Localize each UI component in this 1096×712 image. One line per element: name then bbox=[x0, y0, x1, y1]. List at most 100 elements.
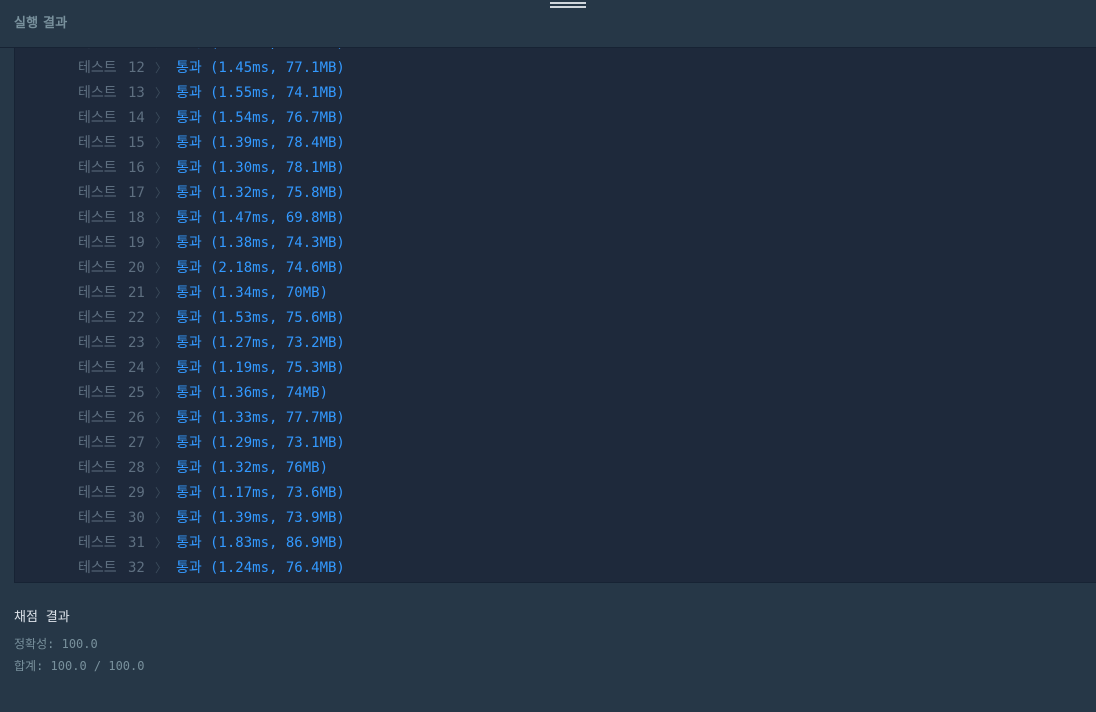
test-status: 통과 bbox=[176, 560, 202, 576]
test-number: 21 bbox=[128, 285, 145, 301]
test-number: 16 bbox=[128, 160, 145, 176]
test-status: 통과 bbox=[176, 510, 202, 526]
test-status: 통과 bbox=[176, 385, 202, 401]
chevron-right-icon: 〉 bbox=[155, 386, 168, 400]
test-number: 27 bbox=[128, 435, 145, 451]
chevron-right-icon: 〉 bbox=[155, 48, 167, 56]
test-status: 통과 bbox=[176, 335, 202, 351]
test-number: 31 bbox=[128, 535, 145, 551]
accuracy-label: 정확성: bbox=[14, 637, 55, 651]
test-label: 테스트 bbox=[78, 235, 117, 251]
test-number: 17 bbox=[128, 185, 145, 201]
test-detail: (1.54ms, 76.7MB) bbox=[210, 110, 345, 126]
test-detail: (1.34ms, 70MB) bbox=[210, 285, 329, 301]
app-window: 실행 결과 테스트 11 〉 통과 (1.51ms, 77.3MB) 테스트 12 〉 통과 (1… bbox=[0, 0, 1096, 712]
test-number: 14 bbox=[128, 110, 145, 126]
test-result-row: 테스트 13 〉 통과 (1.55ms, 74.1MB) bbox=[15, 81, 1096, 106]
total-line: 합계: 100.0 / 100.0 bbox=[14, 657, 414, 674]
test-result-row: 테스트 32 〉 통과 (1.24ms, 76.4MB) bbox=[15, 556, 1096, 581]
test-detail: (1.53ms, 75.6MB) bbox=[210, 310, 345, 326]
test-label: 테스트 bbox=[78, 535, 117, 551]
chevron-right-icon: 〉 bbox=[155, 236, 168, 250]
test-result-row: 테스트 16 〉 통과 (1.30ms, 78.1MB) bbox=[15, 156, 1096, 181]
chevron-right-icon: 〉 bbox=[155, 161, 168, 175]
test-results-list: 테스트 11 〉 통과 (1.51ms, 77.3MB) 테스트 12 〉 통과 (1.45ms,… bbox=[15, 48, 1096, 581]
chevron-right-icon: 〉 bbox=[155, 361, 168, 375]
test-result-row: 테스트 27 〉 통과 (1.29ms, 73.1MB) bbox=[15, 431, 1096, 456]
test-result-row: 테스트 18 〉 통과 (1.47ms, 69.8MB) bbox=[15, 206, 1096, 231]
test-label: 테스트 bbox=[78, 110, 117, 126]
test-result-row: 테스트 22 〉 통과 (1.53ms, 75.6MB) bbox=[15, 306, 1096, 331]
test-label: 테스트 bbox=[78, 410, 117, 426]
chevron-right-icon: 〉 bbox=[155, 561, 168, 575]
test-result-row: 테스트 25 〉 통과 (1.36ms, 74MB) bbox=[15, 381, 1096, 406]
test-label: 테스트 bbox=[78, 435, 117, 451]
test-label: 테스트 bbox=[78, 60, 117, 76]
test-number: 32 bbox=[128, 560, 145, 576]
test-status: 통과 bbox=[176, 185, 202, 201]
chevron-right-icon: 〉 bbox=[155, 261, 168, 275]
chevron-right-icon: 〉 bbox=[155, 411, 168, 425]
test-result-row: 테스트 21 〉 통과 (1.34ms, 70MB) bbox=[15, 281, 1096, 306]
chevron-right-icon: 〉 bbox=[155, 536, 168, 550]
output-title: 실행 결과 bbox=[14, 16, 68, 31]
test-number: 24 bbox=[128, 360, 145, 376]
chevron-right-icon: 〉 bbox=[155, 286, 168, 300]
test-status: 통과 bbox=[176, 48, 202, 56]
test-status: 통과 bbox=[176, 535, 202, 551]
test-label: 테스트 bbox=[78, 210, 117, 226]
test-detail: (1.83ms, 86.9MB) bbox=[210, 535, 345, 551]
test-detail: (1.29ms, 73.1MB) bbox=[210, 435, 345, 451]
chevron-right-icon: 〉 bbox=[155, 136, 168, 150]
test-detail: (1.17ms, 73.6MB) bbox=[210, 485, 345, 501]
chevron-right-icon: 〉 bbox=[155, 486, 168, 500]
test-status: 통과 bbox=[176, 485, 202, 501]
accuracy-line: 정확성: 100.0 bbox=[14, 635, 414, 652]
resize-handle[interactable] bbox=[550, 2, 586, 8]
test-number: 18 bbox=[128, 210, 145, 226]
test-number: 28 bbox=[128, 460, 145, 476]
test-result-row: 테스트 15 〉 통과 (1.39ms, 78.4MB) bbox=[15, 131, 1096, 156]
test-number: 11 bbox=[128, 48, 145, 56]
test-detail: (1.19ms, 75.3MB) bbox=[210, 360, 345, 376]
test-label: 테스트 bbox=[78, 385, 117, 401]
chevron-right-icon: 〉 bbox=[155, 86, 168, 100]
test-label: 테스트 bbox=[78, 185, 117, 201]
test-status: 통과 bbox=[176, 435, 202, 451]
test-detail: (1.30ms, 78.1MB) bbox=[210, 160, 345, 176]
test-number: 29 bbox=[128, 485, 145, 501]
test-detail: (1.39ms, 78.4MB) bbox=[210, 135, 345, 151]
test-result-row: 테스트 23 〉 통과 (1.27ms, 73.2MB) bbox=[15, 331, 1096, 356]
test-label: 테스트 bbox=[78, 48, 117, 56]
test-status: 통과 bbox=[176, 110, 202, 126]
test-result-row: 테스트 29 〉 통과 (1.17ms, 73.6MB) bbox=[15, 481, 1096, 506]
test-number: 26 bbox=[128, 410, 145, 426]
test-label: 테스트 bbox=[78, 135, 117, 151]
accuracy-value: 100.0 bbox=[61, 637, 98, 651]
output-panel[interactable]: 테스트 11 〉 통과 (1.51ms, 77.3MB) 테스트 12 〉 통과 (1.45ms,… bbox=[14, 48, 1096, 583]
test-label: 테스트 bbox=[78, 360, 117, 376]
test-status: 통과 bbox=[176, 360, 202, 376]
test-label: 테스트 bbox=[78, 485, 117, 501]
test-detail: (1.32ms, 75.8MB) bbox=[210, 185, 345, 201]
chevron-right-icon: 〉 bbox=[155, 111, 168, 125]
chevron-right-icon: 〉 bbox=[155, 61, 168, 75]
test-label: 테스트 bbox=[78, 335, 117, 351]
test-number: 22 bbox=[128, 310, 145, 326]
test-status: 통과 bbox=[176, 210, 202, 226]
test-result-row: 테스트 19 〉 통과 (1.38ms, 74.3MB) bbox=[15, 231, 1096, 256]
test-number: 25 bbox=[128, 385, 145, 401]
test-number: 12 bbox=[128, 60, 145, 76]
test-result-row: 테스트 14 〉 통과 (1.54ms, 76.7MB) bbox=[15, 106, 1096, 131]
test-label: 테스트 bbox=[78, 510, 117, 526]
test-label: 테스트 bbox=[78, 560, 117, 576]
test-result-row: 테스트 31 〉 통과 (1.83ms, 86.9MB) bbox=[15, 531, 1096, 556]
test-result-row: 테스트 20 〉 통과 (2.18ms, 74.6MB) bbox=[15, 256, 1096, 281]
chevron-right-icon: 〉 bbox=[155, 211, 168, 225]
test-result-row: 테스트 24 〉 통과 (1.19ms, 75.3MB) bbox=[15, 356, 1096, 381]
test-detail: (1.32ms, 76MB) bbox=[210, 460, 329, 476]
chevron-right-icon: 〉 bbox=[155, 186, 168, 200]
test-label: 테스트 bbox=[78, 160, 117, 176]
test-label: 테스트 bbox=[78, 310, 117, 326]
test-detail: (1.36ms, 74MB) bbox=[210, 385, 329, 401]
